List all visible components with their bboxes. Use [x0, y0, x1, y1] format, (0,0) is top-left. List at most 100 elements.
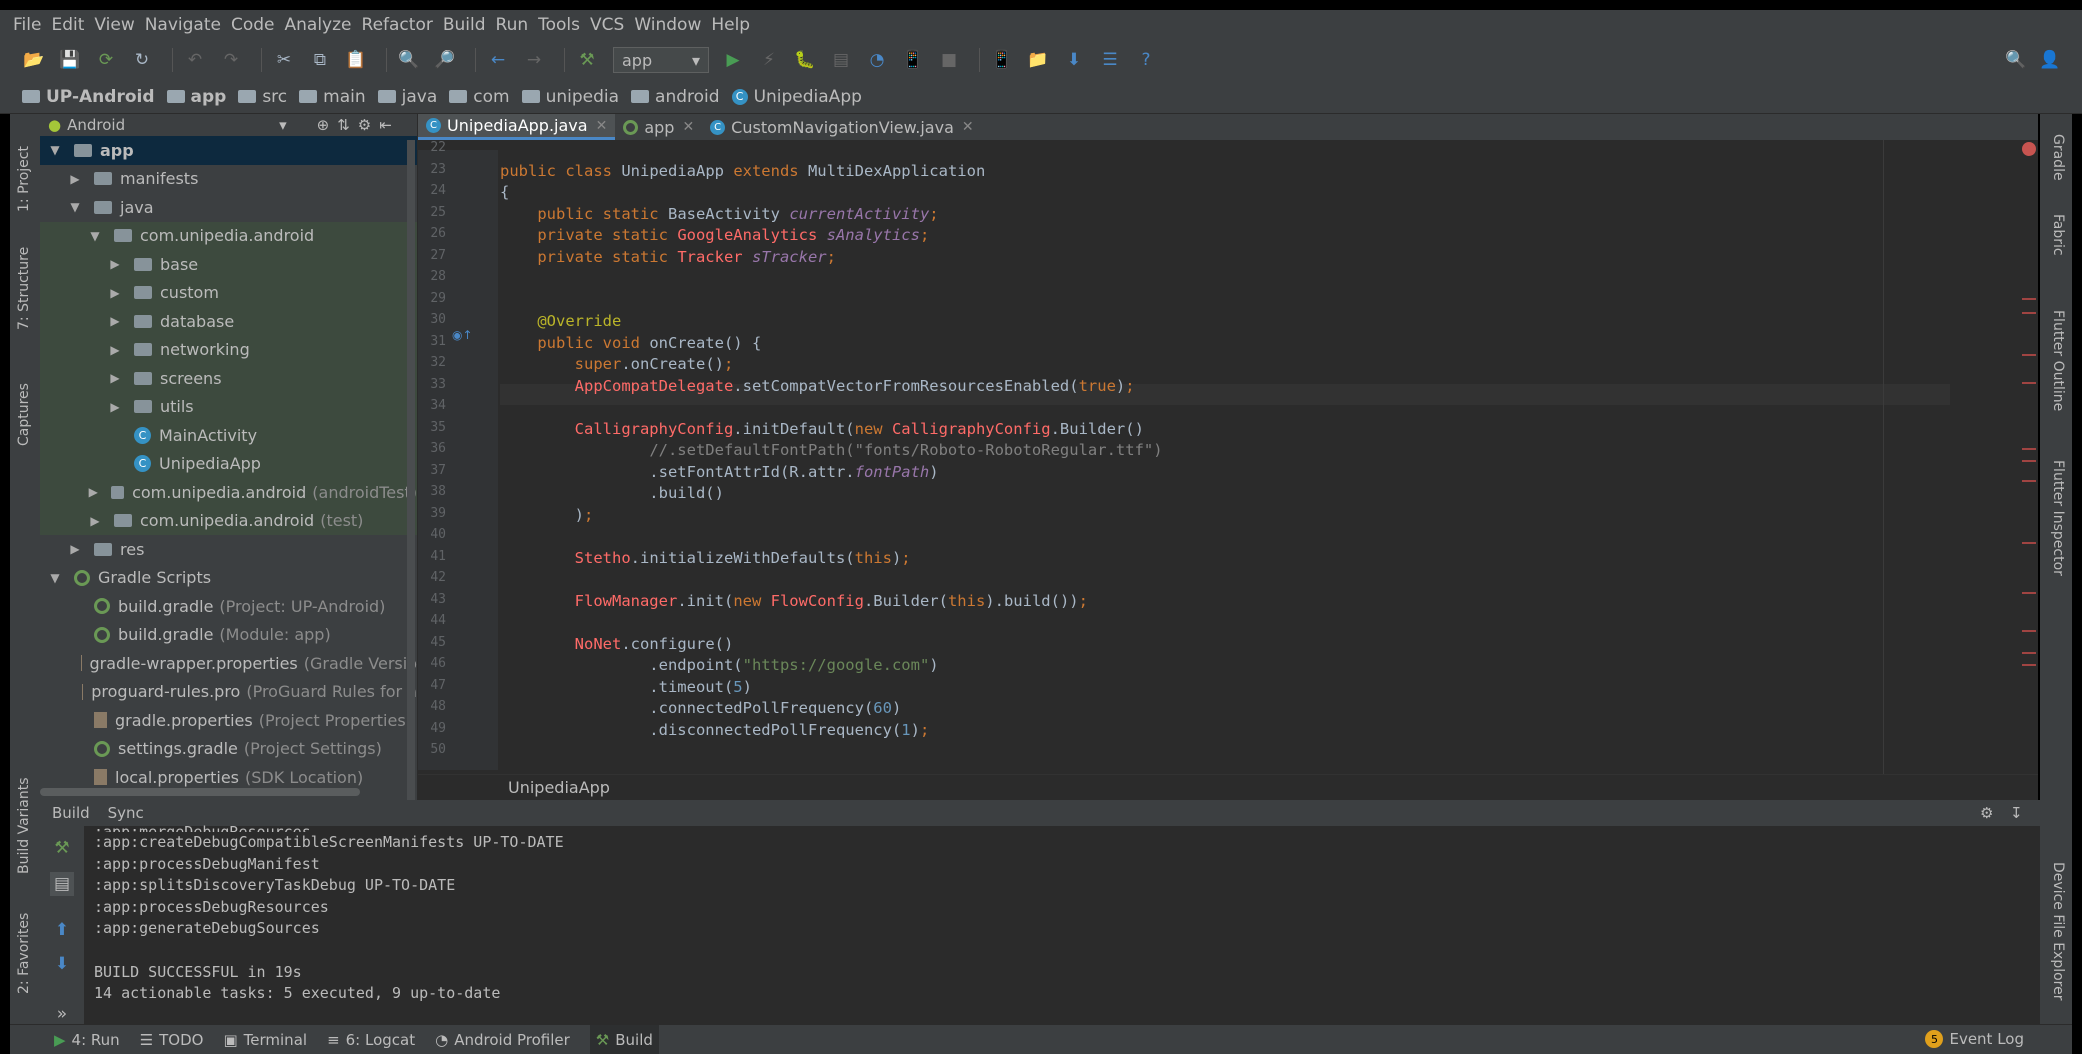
avd-manager-icon[interactable]: 📱: [988, 46, 1016, 74]
build-tab[interactable]: Build: [52, 804, 90, 822]
redo-icon[interactable]: ↷: [217, 46, 245, 74]
tree-item[interactable]: gradle.properties (Project Properties): [40, 706, 417, 735]
replace-icon[interactable]: 🔎: [431, 46, 459, 74]
sync-icon[interactable]: ⟳: [92, 46, 120, 74]
chevron-down-icon[interactable]: ▾: [279, 116, 287, 134]
fabric-tool-tab[interactable]: Fabric: [2040, 214, 2072, 274]
error-mark[interactable]: [2022, 592, 2036, 594]
menu-item-tools[interactable]: Tools: [538, 15, 580, 35]
back-icon[interactable]: ←: [484, 46, 512, 74]
chevron-right-icon[interactable]: ▶: [108, 257, 122, 271]
gradle-tool-tab[interactable]: Gradle: [2040, 134, 2072, 194]
attach-debugger-icon[interactable]: 📱: [899, 46, 927, 74]
tree-item[interactable]: proguard-rules.pro (ProGuard Rules for a: [40, 678, 417, 707]
sync-tab[interactable]: Sync: [108, 804, 144, 822]
make-project-icon[interactable]: ⚒: [573, 46, 601, 74]
error-stripe[interactable]: [2018, 140, 2038, 780]
menu-item-run[interactable]: Run: [496, 15, 529, 35]
menu-item-analyze[interactable]: Analyze: [285, 15, 352, 35]
tool-tab-todo[interactable]: ☰ TODO: [140, 1031, 204, 1049]
breadcrumb-item[interactable]: main: [299, 87, 366, 107]
chevron-right-icon[interactable]: ▶: [88, 514, 102, 528]
profile-icon[interactable]: ◔: [863, 46, 891, 74]
hide-panel-icon[interactable]: ↧: [2010, 804, 2023, 822]
breadcrumb-item[interactable]: unipedia: [521, 87, 619, 107]
tree-item[interactable]: ▼ Gradle Scripts: [40, 564, 417, 593]
tool-tab-6-logcat[interactable]: ≡ 6: Logcat: [327, 1031, 415, 1049]
project-structure-icon[interactable]: 📁: [1024, 46, 1052, 74]
paste-icon[interactable]: 📋: [342, 46, 370, 74]
error-mark[interactable]: [2022, 460, 2036, 462]
chevron-down-icon[interactable]: ▼: [88, 229, 102, 243]
project-horizontal-scrollbar[interactable]: [40, 788, 360, 796]
chevron-right-icon[interactable]: ▶: [108, 371, 122, 385]
sdk-manager-icon[interactable]: ⬇: [1060, 46, 1088, 74]
chevron-right-icon[interactable]: ▶: [88, 485, 99, 499]
flutter-outline-tool-tab[interactable]: Flutter Outline: [2040, 310, 2072, 420]
menu-item-build[interactable]: Build: [443, 15, 486, 35]
tree-item[interactable]: ▶ screens: [40, 364, 417, 393]
search-everywhere-icon[interactable]: 🔍: [2002, 46, 2030, 74]
tree-item[interactable]: ▼ app: [40, 136, 417, 165]
breadcrumb-item[interactable]: android: [631, 87, 720, 107]
breadcrumb-item[interactable]: java: [377, 87, 437, 107]
project-vertical-scrollbar[interactable]: [407, 140, 415, 800]
error-mark[interactable]: [2022, 542, 2036, 544]
tree-item[interactable]: C MainActivity: [40, 421, 417, 450]
tree-item[interactable]: ▶ custom: [40, 278, 417, 307]
chevron-right-icon[interactable]: ▶: [108, 314, 122, 328]
chevron-down-icon[interactable]: ▼: [48, 571, 62, 585]
tool-tab-4-run[interactable]: ▶ 4: Run: [54, 1031, 120, 1049]
save-icon[interactable]: 💾: [56, 46, 84, 74]
error-mark[interactable]: [2022, 354, 2036, 356]
tree-item[interactable]: build.gradle (Project: UP-Android): [40, 592, 417, 621]
error-mark[interactable]: [2022, 312, 2036, 314]
tree-item[interactable]: C UnipediaApp: [40, 449, 417, 478]
cut-icon[interactable]: ✂: [270, 46, 298, 74]
error-mark[interactable]: [2022, 448, 2036, 450]
gear-icon[interactable]: ⚙: [1980, 804, 1993, 822]
coverage-icon[interactable]: ▤: [827, 46, 855, 74]
tree-item[interactable]: ▼ java: [40, 193, 417, 222]
menu-item-window[interactable]: Window: [634, 15, 701, 35]
stop-icon[interactable]: ■: [935, 46, 963, 74]
device-file-explorer-tool-tab[interactable]: Device File Explorer: [2040, 862, 2072, 1012]
apply-changes-icon[interactable]: ⚡: [755, 46, 783, 74]
menu-item-view[interactable]: View: [94, 15, 134, 35]
editor-breadcrumb-label[interactable]: UnipediaApp: [508, 778, 610, 797]
editor-tab[interactable]: C CustomNavigationView.java ✕: [702, 114, 981, 140]
tool-tab-build[interactable]: ⚒ Build: [589, 1024, 659, 1054]
tree-item[interactable]: ▶ database: [40, 307, 417, 336]
code-area[interactable]: public class UnipediaApp extends MultiDe…: [500, 150, 1950, 770]
forward-icon[interactable]: →: [520, 46, 548, 74]
layers-icon[interactable]: ☰: [1096, 46, 1124, 74]
close-icon[interactable]: ✕: [962, 119, 974, 135]
up-arrow-icon[interactable]: ⬆: [50, 918, 74, 942]
breadcrumb-item[interactable]: src: [238, 87, 287, 107]
close-icon[interactable]: ✕: [682, 119, 694, 135]
project-view-select[interactable]: Android: [67, 116, 267, 134]
tree-item[interactable]: ▶ com.unipedia.android (androidTest): [40, 478, 417, 507]
error-mark[interactable]: [2022, 664, 2036, 666]
user-avatar-icon[interactable]: 👤: [2036, 46, 2064, 74]
run-config-select[interactable]: app ▾: [613, 47, 709, 73]
tree-item[interactable]: settings.gradle (Project Settings): [40, 735, 417, 764]
editor-tab[interactable]: C UnipediaApp.java ✕: [418, 114, 616, 140]
down-arrow-icon[interactable]: ⬇: [50, 952, 74, 976]
help-icon[interactable]: ?: [1132, 46, 1160, 74]
tree-item[interactable]: ▶ networking: [40, 335, 417, 364]
tree-item[interactable]: gradle-wrapper.properties (Gradle Versio: [40, 649, 417, 678]
tree-item[interactable]: ▶ com.unipedia.android (test): [40, 506, 417, 535]
toggle-view-icon[interactable]: ▤: [50, 872, 74, 896]
tree-item[interactable]: ▼ com.unipedia.android: [40, 221, 417, 250]
tree-item[interactable]: ▶ utils: [40, 392, 417, 421]
breadcrumb-item[interactable]: app: [166, 87, 226, 107]
breadcrumb-item[interactable]: UP-Android: [22, 87, 155, 107]
tool-tab-android-profiler[interactable]: ◔ Android Profiler: [435, 1031, 570, 1049]
tree-item[interactable]: build.gradle (Module: app): [40, 621, 417, 650]
error-mark[interactable]: [2022, 652, 2036, 654]
override-marker-icon[interactable]: ◉↑: [452, 328, 473, 342]
error-indicator-icon[interactable]: [2022, 142, 2036, 156]
editor-tab[interactable]: app ✕: [615, 114, 702, 140]
debug-icon[interactable]: 🐛: [791, 46, 819, 74]
